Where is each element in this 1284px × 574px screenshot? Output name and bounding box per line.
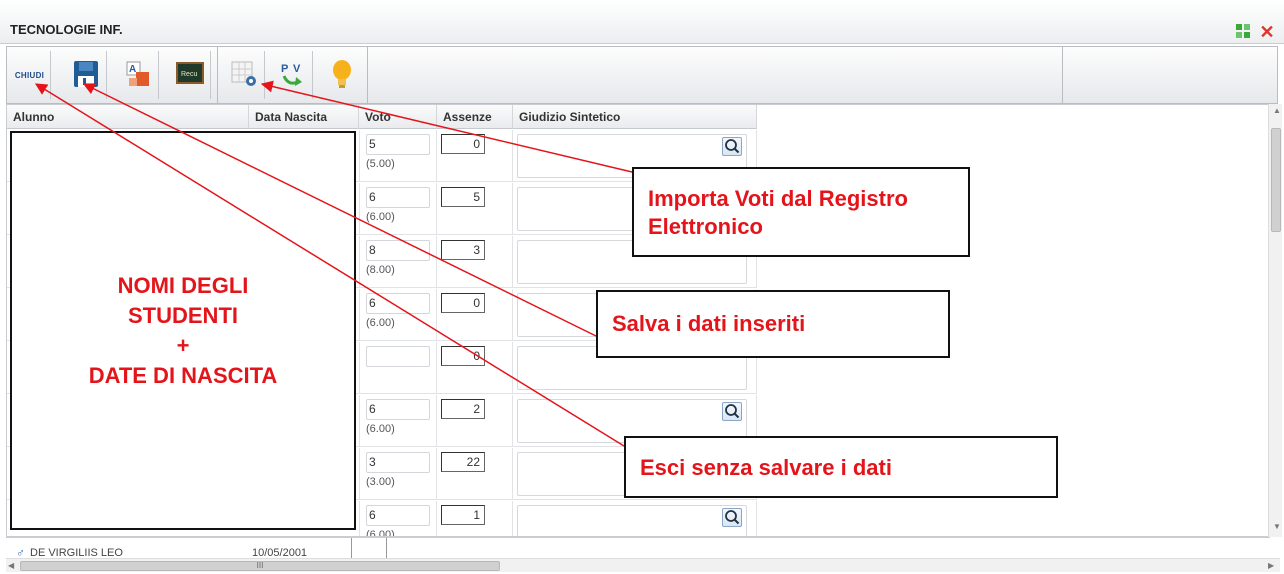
toolbar: CHIUDI A Recu P V (6, 46, 1278, 104)
assenze-cell: 22 (437, 448, 513, 500)
vertical-scroll-thumb[interactable] (1271, 128, 1281, 232)
header-data-nascita[interactable]: Data Nascita (249, 105, 359, 129)
pv-v: V (293, 63, 301, 75)
voto-input[interactable]: 5 (366, 134, 430, 155)
window-titlebar: TECNOLOGIE INF. ✕ (0, 0, 1284, 44)
assenze-cell: 0 (437, 342, 513, 394)
assenze-cell: 0 (437, 130, 513, 182)
import-callout-line-1: Importa Voti dal Registro (648, 186, 908, 211)
pv-p: P (281, 63, 288, 75)
assenze-input[interactable]: 5 (441, 187, 485, 207)
save-button[interactable] (65, 51, 107, 99)
blackboard-button[interactable]: Recu (169, 51, 211, 99)
floppy-disk-icon (73, 60, 99, 91)
voto-average: (3.00) (366, 476, 395, 488)
assenze-input[interactable]: 2 (441, 399, 485, 419)
assenze-cell: 0 (437, 289, 513, 341)
import-votes-button[interactable] (223, 51, 265, 99)
students-line-3: + (176, 332, 190, 358)
giudizio-textarea[interactable] (517, 505, 747, 536)
voto-cell (359, 342, 437, 394)
search-icon[interactable] (722, 402, 742, 421)
students-line-1: NOMI DEGLI (117, 272, 249, 298)
header-assenze[interactable]: Assenze (437, 105, 513, 129)
giudizio-cell (513, 501, 757, 536)
voto-average: (6.00) (366, 423, 395, 435)
students-annotation-box: NOMI DEGLI STUDENTI + DATE DI NASCITA (10, 131, 356, 530)
window-title: TECNOLOGIE INF. (10, 22, 123, 37)
svg-text:A: A (129, 64, 136, 75)
import-callout-line-2: Elettronico (648, 214, 763, 239)
voto-cell: 8 (8.00) (359, 236, 437, 288)
voto-input[interactable]: 6 (366, 293, 430, 314)
search-icon[interactable] (722, 508, 742, 527)
voto-cell: 3 (3.00) (359, 448, 437, 500)
voto-cell: 6 (6.00) (359, 395, 437, 447)
voto-cell: 6 (6.00) (359, 289, 437, 341)
assenze-input[interactable]: 0 (441, 134, 485, 154)
save-callout: Salva i dati inseriti (596, 290, 950, 358)
lightbulb-icon (331, 59, 353, 92)
search-icon[interactable] (722, 137, 742, 156)
voto-cell: 6 (6.00) (359, 183, 437, 235)
header-alunno[interactable]: Alunno (7, 105, 249, 129)
chiudi-label: CHIUDI (14, 70, 45, 80)
students-line-4: DATE DI NASCITA (88, 362, 278, 388)
assenze-input[interactable]: 0 (441, 293, 485, 313)
expand-icon[interactable] (1234, 23, 1252, 41)
students-line-2: STUDENTI (128, 302, 238, 328)
voto-input[interactable]: 8 (366, 240, 430, 261)
voto-cell: 5 (5.00) (359, 130, 437, 182)
bulb-button[interactable] (321, 51, 363, 99)
assenze-input[interactable]: 1 (441, 505, 485, 525)
chiudi-button[interactable]: CHIUDI (9, 51, 51, 99)
assenze-cell: 3 (437, 236, 513, 288)
voto-average: (6.00) (366, 317, 395, 329)
import-callout: Importa Voti dal Registro Elettronico (632, 167, 970, 257)
voto-average: (8.00) (366, 264, 395, 276)
voto-input[interactable]: 6 (366, 505, 430, 526)
blackboard-icon: Recu (175, 61, 205, 90)
voto-input[interactable]: 6 (366, 399, 430, 420)
header-voto[interactable]: Voto (359, 105, 437, 129)
voto-average: (6.00) (366, 529, 395, 537)
voto-input[interactable]: 3 (366, 452, 430, 473)
assenze-input[interactable]: 0 (441, 346, 485, 366)
a-button[interactable]: A (117, 51, 159, 99)
assenze-cell: 5 (437, 183, 513, 235)
voto-input[interactable]: 6 (366, 187, 430, 208)
voto-cell: 6 (6.00) (359, 501, 437, 537)
assenze-cell: 2 (437, 395, 513, 447)
assenze-cell: 1 (437, 501, 513, 536)
voto-average: (5.00) (366, 158, 395, 170)
grid-import-icon (230, 60, 258, 91)
vertical-scrollbar[interactable]: ▲ ▼ (1268, 104, 1282, 537)
voto-average: (6.00) (366, 211, 395, 223)
close-icon[interactable]: ✕ (1258, 23, 1276, 41)
pv-icon: P V (278, 60, 306, 91)
blackboard-text: Recu (181, 71, 197, 78)
assenze-input[interactable]: 22 (441, 452, 485, 472)
horizontal-scroll-thumb[interactable]: III (20, 561, 500, 571)
partial-table-row[interactable]: ♂ DE VIRGILIIS LEO 10/05/2001 (6, 537, 1270, 559)
letters-icon: A (125, 60, 151, 91)
voto-input[interactable] (366, 346, 430, 367)
horizontal-scrollbar[interactable]: ◀ III ▶ (6, 558, 1280, 572)
exit-callout: Esci senza salvare i dati (624, 436, 1058, 498)
header-giudizio[interactable]: Giudizio Sintetico (513, 105, 757, 129)
assenze-input[interactable]: 3 (441, 240, 485, 260)
pv-button[interactable]: P V (271, 51, 313, 99)
